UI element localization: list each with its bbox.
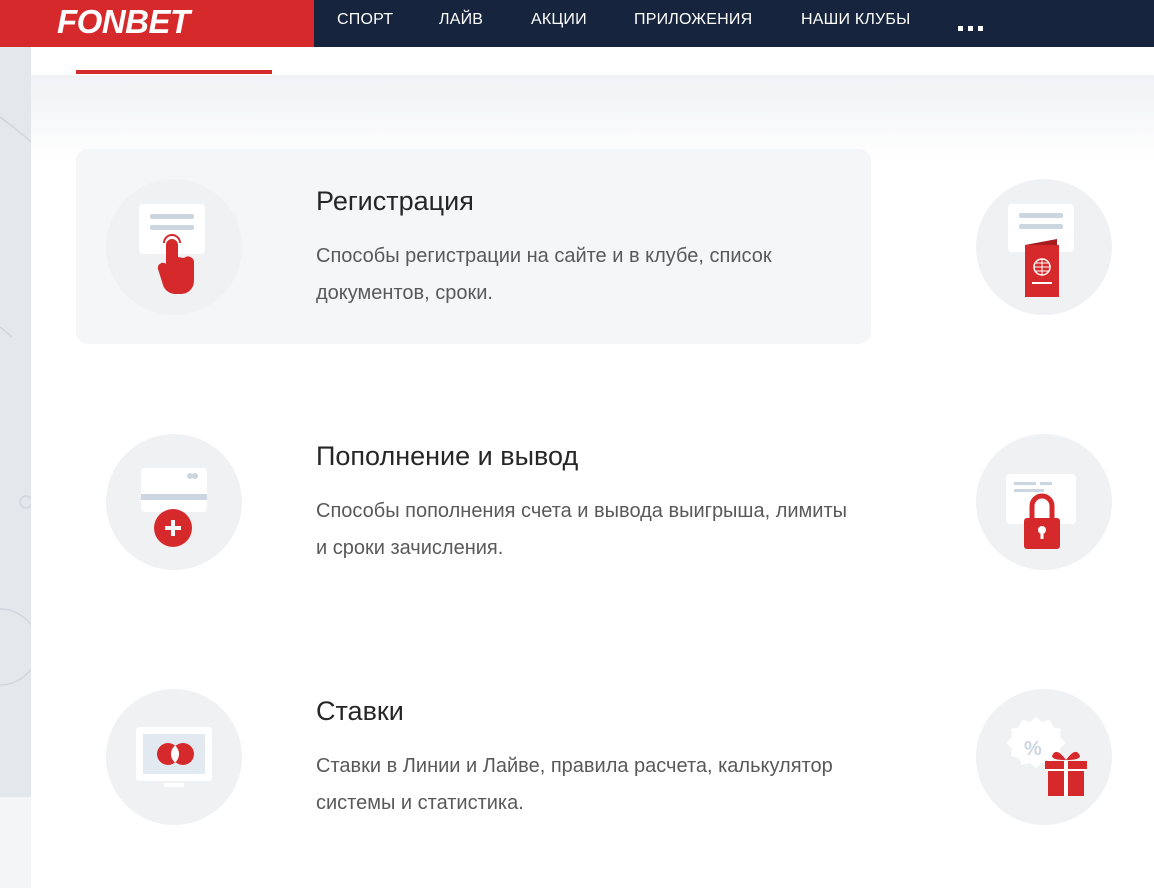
- decorative-pattern: [0, 116, 31, 686]
- nav-item-clubs[interactable]: НАШИ КЛУБЫ: [801, 11, 910, 29]
- svg-text:%: %: [1024, 738, 1042, 760]
- more-menu-button[interactable]: [958, 18, 988, 31]
- section-desc-deposit-withdrawal: Способы пополнения счета и вывода выигры…: [316, 500, 848, 559]
- left-background-strip: [0, 47, 31, 797]
- lock-card-icon[interactable]: [976, 434, 1112, 570]
- ellipsis-icon: [958, 26, 963, 31]
- card-plus-icon[interactable]: [106, 434, 242, 570]
- active-tab-indicator: [76, 70, 272, 74]
- monitor-icon[interactable]: [106, 689, 242, 825]
- section-title-deposit-withdrawal[interactable]: Пополнение и вывод: [316, 441, 578, 472]
- nav-item-live[interactable]: ЛАЙВ: [439, 11, 483, 29]
- left-strip-footer: [0, 797, 31, 888]
- registration-hand-icon[interactable]: [106, 179, 242, 315]
- section-title-registration[interactable]: Регистрация: [316, 186, 474, 217]
- section-title-bets[interactable]: Ставки: [316, 696, 404, 727]
- top-navigation-bar: FONBET СПОРТ ЛАЙВ АКЦИИ ПРИЛОЖЕНИЯ НАШИ …: [0, 0, 1154, 47]
- nav-item-sport[interactable]: СПОРТ: [337, 11, 393, 29]
- fonbet-logo[interactable]: FONBET: [57, 3, 190, 41]
- ellipsis-icon: [978, 26, 983, 31]
- section-desc-bets: Ставки в Линии и Лайве, правила расчета,…: [316, 755, 833, 814]
- logo-area[interactable]: FONBET: [0, 0, 314, 47]
- ellipsis-icon: [968, 26, 973, 31]
- section-desc-registration: Способы регистрации на сайте и в клубе, …: [316, 245, 772, 304]
- passport-icon[interactable]: [976, 179, 1112, 315]
- nav-item-promotions[interactable]: АКЦИИ: [531, 11, 587, 29]
- nav-item-apps[interactable]: ПРИЛОЖЕНИЯ: [634, 11, 752, 29]
- promo-gift-icon[interactable]: %: [976, 689, 1112, 825]
